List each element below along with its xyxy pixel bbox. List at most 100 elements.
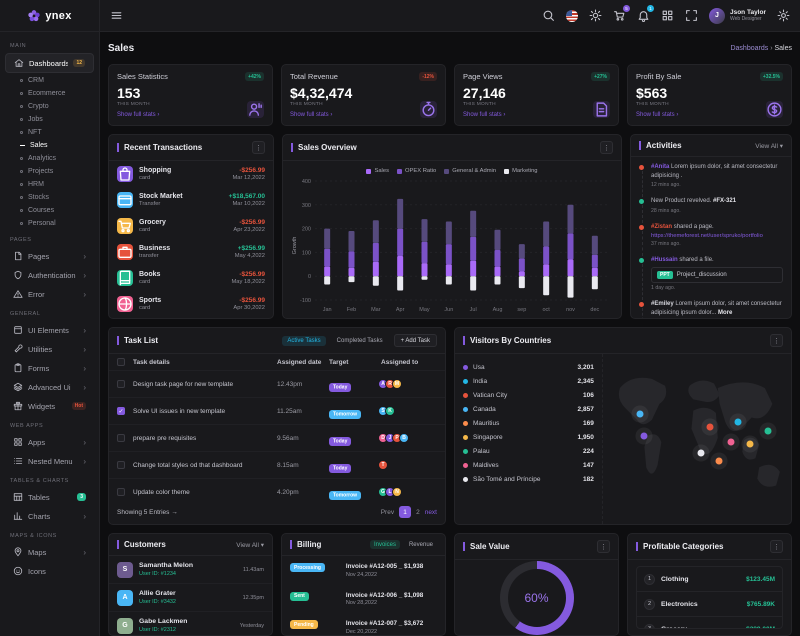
transaction-row[interactable]: Grocery card -$256.99 Apr 23,2022 [109,213,273,239]
cart-button[interactable]: 5 [613,9,626,22]
sidebar-item[interactable]: Forms › [5,359,94,377]
sidebar-item[interactable]: Tables 3 [5,488,94,506]
transaction-row[interactable]: Shopping card -$256.99 Mar 12,2022 [109,161,273,187]
map-marker-dot[interactable] [637,410,644,417]
theme-toggle-icon[interactable] [589,9,602,22]
settings-gear-icon[interactable] [777,9,790,22]
view-all-dropdown[interactable]: View All ▾ [236,541,264,549]
category-row[interactable]: 1 Clothing $123.45M [637,567,782,592]
view-all-dropdown[interactable]: View All ▾ [755,142,783,150]
search-icon[interactable] [542,9,555,22]
activity-file-chip[interactable]: PPT Project_discussion [651,267,783,283]
task-checkbox[interactable] [117,461,125,469]
brand-logo[interactable]: ynex [0,0,99,32]
sidebar-subitem[interactable]: Projects [0,165,99,178]
more-options-button[interactable]: ⋮ [770,334,783,347]
sidebar-subitem[interactable]: Personal [0,217,99,230]
map-marker-dot[interactable] [641,432,648,439]
notifications-button[interactable]: 1 [637,9,650,22]
sidebar-subitem[interactable]: HRM [0,178,99,191]
category-row[interactable]: 3 Grocery $289.00M [637,617,782,629]
map-marker-dot[interactable] [765,427,772,434]
hamburger-menu-icon[interactable] [110,9,123,22]
sidebar-subitem[interactable]: Sales [0,139,99,152]
sidebar-subitem[interactable]: Ecommerce [0,87,99,100]
task-checkbox[interactable] [117,434,125,442]
show-full-stats-link[interactable]: Show full stats › [290,112,437,118]
sidebar-item[interactable]: Charts › [5,507,94,525]
sidebar-item[interactable]: Maps › [5,543,94,561]
transaction-row[interactable]: Books card -$256.99 May 18,2022 [109,265,273,291]
sidebar-subitem[interactable]: Jobs [0,113,99,126]
add-task-button[interactable]: + Add Task [394,334,437,347]
map-marker-dot[interactable] [746,441,753,448]
map-marker-dot[interactable] [735,419,742,426]
show-full-stats-link[interactable]: Show full stats › [636,112,783,118]
map-marker-dot[interactable] [697,449,704,456]
sidebar-subitem[interactable]: Crypto [0,100,99,113]
legend-item[interactable]: General & Admin [444,168,496,174]
select-all-checkbox[interactable] [117,358,125,366]
sidebar-item[interactable]: UI Elements › [5,321,94,339]
sidebar-item[interactable]: Icons [5,562,94,580]
breadcrumb-parent[interactable]: Dashboards [730,45,768,52]
activity-user[interactable]: #Hussain [651,257,678,263]
pagination-prev[interactable]: Prev [381,509,394,516]
sidebar-item[interactable]: Dashboards 12 [5,53,94,73]
sidebar-subitem[interactable]: Courses [0,204,99,217]
tab-invoices[interactable]: Invoices [370,540,400,549]
sidebar-item[interactable]: Advanced Ui › [5,378,94,396]
sidebar-subitem[interactable]: CRM [0,74,99,87]
activity-user[interactable]: #Anita [651,164,669,170]
billing-row[interactable]: Sent Invoice #A12-006 _ $1,098 Nov 28,20… [282,585,445,614]
sidebar-subitem[interactable]: Stocks [0,191,99,204]
user-menu[interactable]: J Json Taylor Web Designer [709,8,766,24]
sidebar-subitem[interactable]: NFT [0,126,99,139]
activity-link[interactable]: https://themeforest.net/user/spruko/port… [651,233,783,239]
sidebar-item[interactable]: Authentication › [5,266,94,284]
sidebar-item[interactable]: Widgets Hot [5,397,94,415]
transaction-row[interactable]: Business transfer +$256.99 May 4,2022 [109,239,273,265]
show-full-stats-link[interactable]: Show full stats › [117,112,264,118]
activity-more-link[interactable]: More [718,310,732,316]
sidebar-item[interactable]: Apps › [5,433,94,451]
transaction-row[interactable]: Sports card -$256.99 Apr 30,2022 [109,291,273,317]
more-options-button[interactable]: ⋮ [770,540,783,553]
sidebar-item[interactable]: Error › [5,285,94,303]
sidebar-subitem[interactable]: Analytics [0,152,99,165]
transaction-row[interactable]: Stock Market Transfer +$18,567.00 Mar 10… [109,187,273,213]
customer-row[interactable]: S Samantha Melon User ID: #1234 11.43am [109,556,272,584]
customer-row[interactable]: A Allie Grater User ID: #3432 12.35pm [109,584,272,612]
customer-row[interactable]: G Gabe Lackmen User ID: #2312 Yesterday [109,612,272,636]
show-full-stats-link[interactable]: Show full stats › [463,112,610,118]
task-checkbox[interactable] [117,488,125,496]
sidebar-item[interactable]: Pages › [5,247,94,265]
legend-item[interactable]: Marketing [504,168,537,174]
more-options-button[interactable]: ⋮ [597,540,610,553]
more-options-button[interactable]: ⋮ [252,141,265,154]
activity-user[interactable]: #Emiley [651,301,674,307]
billing-row[interactable]: Processing Invoice #A12-005 _ $1,938 Nov… [282,556,445,585]
map-marker-dot[interactable] [716,458,723,465]
billing-row[interactable]: Pending Invoice #A12-007 _ $3,672 Dec 20… [282,613,445,636]
tab-revenue[interactable]: Revenue [405,540,437,549]
fullscreen-icon[interactable] [685,9,698,22]
sidebar-item[interactable]: Utilities › [5,340,94,358]
pagination-next[interactable]: next [425,509,437,516]
task-checkbox[interactable] [117,407,125,415]
sidebar-item[interactable]: Nested Menu › [5,452,94,470]
pagination-page-2[interactable]: 2 [416,509,420,516]
task-checkbox[interactable] [117,380,125,388]
legend-item[interactable]: OPEX Ratio [397,168,436,174]
apps-grid-icon[interactable] [661,9,674,22]
activity-user[interactable]: #Zistan [651,224,672,230]
map-marker-dot[interactable] [727,439,734,446]
pagination-page-1[interactable]: 1 [399,506,411,518]
legend-item[interactable]: Sales [366,168,389,174]
country-flag-icon[interactable] [566,10,578,22]
tab-completed-tasks[interactable]: Completed Tasks [332,336,388,346]
tab-active-tasks[interactable]: Active Tasks [282,336,325,346]
category-row[interactable]: 2 Electronics $765.89K [637,592,782,617]
map-marker-dot[interactable] [707,424,714,431]
more-options-button[interactable]: ⋮ [600,141,613,154]
